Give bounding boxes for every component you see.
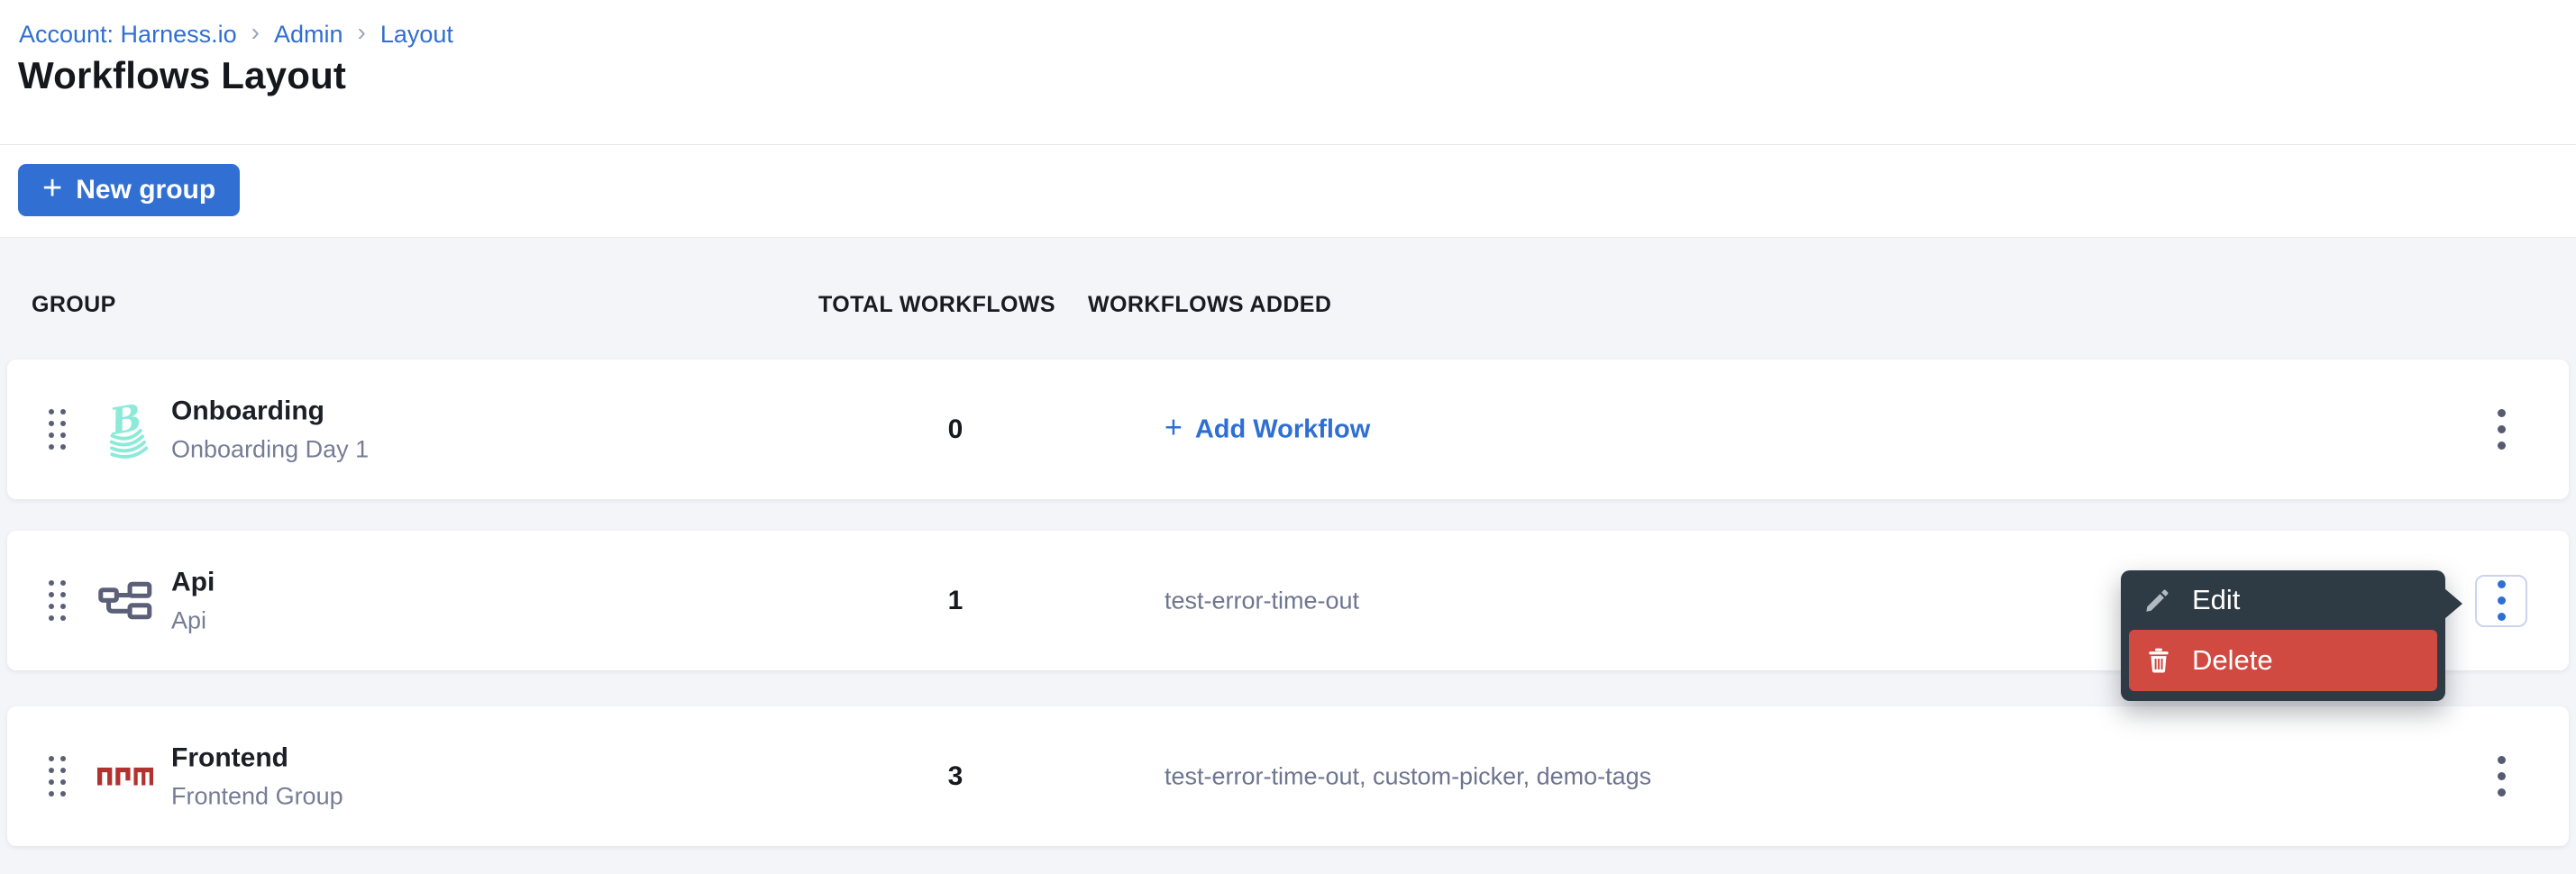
drag-handle-icon[interactable] (47, 408, 67, 451)
breadcrumb-layout-link[interactable]: Layout (380, 21, 453, 49)
breadcrumb-separator-icon: › (357, 18, 365, 47)
row-menu-kebab-icon[interactable] (2475, 751, 2527, 803)
table-row: B Onboarding Onboarding Day 1 0 + Add Wo… (7, 360, 2569, 499)
new-group-button-label: New group (76, 175, 215, 205)
pencil-icon (2143, 586, 2172, 615)
column-header-workflows-added: WORKFLOWS ADDED (1088, 292, 1331, 318)
add-workflow-label: Add Workflow (1195, 414, 1370, 444)
group-name: Frontend (171, 742, 343, 773)
workflows-added-list: test-error-time-out, custom-picker, demo… (1165, 762, 1651, 790)
total-workflows-value: 3 (856, 761, 1055, 792)
group-description: Api (171, 606, 215, 634)
trash-icon (2144, 646, 2173, 675)
breadcrumb-separator-icon: › (251, 18, 260, 47)
group-name: Onboarding (171, 396, 369, 426)
row-menu-kebab-icon[interactable] (2475, 575, 2527, 627)
drag-handle-icon[interactable] (47, 755, 67, 798)
group-description: Onboarding Day 1 (171, 435, 369, 463)
context-menu-arrow (2444, 588, 2462, 619)
edit-menu-label: Edit (2192, 584, 2240, 616)
plus-icon: + (1165, 410, 1183, 445)
plus-icon: + (42, 171, 62, 205)
row-menu-kebab-icon[interactable] (2475, 404, 2527, 456)
page-title: Workflows Layout (18, 54, 346, 97)
breadcrumb: Account: Harness.io › Admin › Layout (19, 20, 453, 49)
drag-handle-icon[interactable] (47, 579, 67, 623)
new-group-button[interactable]: + New group (18, 164, 240, 216)
edit-menu-item[interactable]: Edit (2121, 570, 2445, 630)
breadcrumb-account-link[interactable]: Account: Harness.io (19, 21, 237, 49)
add-workflow-link[interactable]: + Add Workflow (1165, 412, 1370, 447)
column-header-total-workflows: TOTAL WORKFLOWS (818, 292, 1055, 318)
group-description: Frontend Group (171, 782, 343, 810)
delete-menu-label: Delete (2192, 644, 2273, 677)
group-name: Api (171, 567, 215, 597)
table-row: Frontend Frontend Group 3 test-error-tim… (7, 706, 2569, 846)
total-workflows-value: 0 (856, 414, 1055, 445)
breadcrumb-admin-link[interactable]: Admin (274, 21, 343, 49)
column-header-group: GROUP (32, 292, 116, 318)
sitemap-icon (97, 581, 153, 621)
npm-logo-icon (97, 767, 153, 786)
onboarding-stack-logo-icon: B (97, 401, 153, 459)
total-workflows-value: 1 (856, 586, 1055, 616)
delete-menu-item[interactable]: Delete (2129, 630, 2437, 691)
row-context-menu: Edit Delete (2121, 570, 2445, 701)
header-divider (0, 144, 2576, 145)
workflow-groups-table: GROUP TOTAL WORKFLOWS WORKFLOWS ADDED B (0, 237, 2576, 874)
workflows-added-list: test-error-time-out (1165, 587, 1359, 615)
